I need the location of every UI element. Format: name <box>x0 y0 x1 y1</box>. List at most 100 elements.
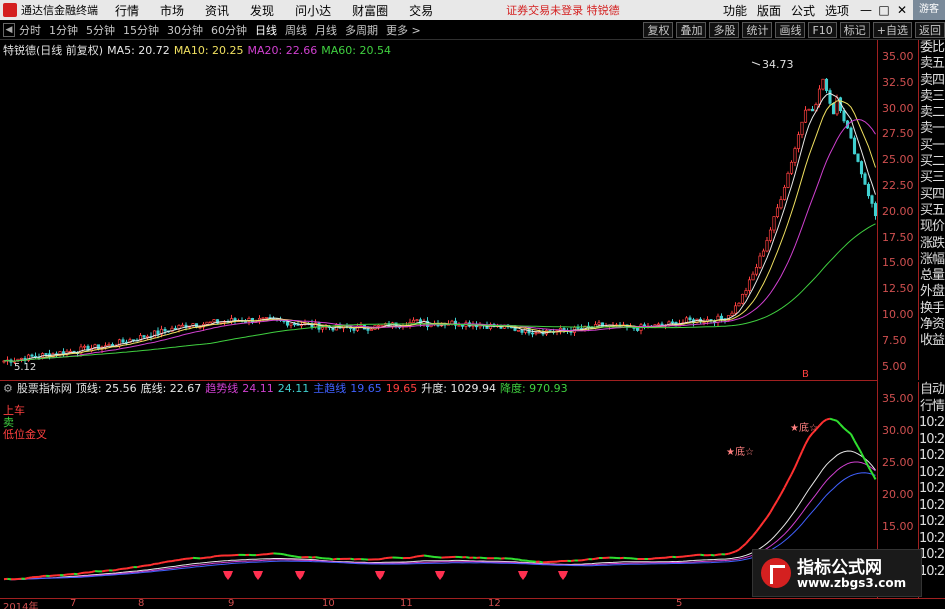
signal-line <box>735 548 740 553</box>
tab-15min[interactable]: 15分钟 <box>123 22 159 38</box>
side-item-bid3[interactable]: 买三 <box>919 170 945 186</box>
candle <box>852 137 857 155</box>
side-item-net-assets[interactable]: 净资 <box>919 317 945 333</box>
signal-line <box>126 566 131 570</box>
candle <box>366 328 370 331</box>
side-item-price[interactable]: 现价 <box>919 219 945 235</box>
side-item-ask1[interactable]: 卖一 <box>919 121 945 137</box>
signal-labels: 上车 卖 低位金叉 <box>3 405 47 441</box>
indicator-chart[interactable]: ★底☆ ★底☆ <box>0 395 878 598</box>
guest-button[interactable]: 游客 <box>913 0 945 20</box>
side-item-volume[interactable]: 总量 <box>919 268 945 284</box>
tab-1min[interactable]: 1分钟 <box>49 22 78 38</box>
signal-line <box>157 561 162 565</box>
multi-stock-button[interactable]: 多股 <box>709 22 740 38</box>
side-item-change[interactable]: 涨跌 <box>919 236 945 252</box>
indicator-tick-label: 35.00 <box>882 392 914 405</box>
candle <box>352 327 356 331</box>
login-notice[interactable]: 证券交易未登录 特锐德 <box>506 2 620 18</box>
minimize-icon[interactable]: — <box>859 3 873 17</box>
tab-timeshare[interactable]: 分时 <box>19 22 41 38</box>
side-item-ask3[interactable]: 卖三 <box>919 89 945 105</box>
back-arrow-icon[interactable]: ◀ <box>3 22 15 37</box>
candle <box>292 323 297 326</box>
side-item-ask5[interactable]: 卖五 <box>919 56 945 72</box>
candle <box>737 302 741 307</box>
menu-item-trade[interactable]: 交易 <box>409 2 433 19</box>
signal-line <box>136 565 141 569</box>
return-button[interactable]: 返回 <box>915 22 945 38</box>
side-item-bid2[interactable]: 买二 <box>919 154 945 170</box>
f10-button[interactable]: F10 <box>808 22 837 38</box>
tab-5min[interactable]: 5分钟 <box>86 22 115 38</box>
signal-line <box>189 556 194 560</box>
indicator-name[interactable]: 股票指标网 <box>17 380 72 396</box>
menu-item-wealth[interactable]: 财富圈 <box>352 2 388 19</box>
menu-item-discover[interactable]: 发现 <box>250 2 274 19</box>
signal-line <box>738 545 744 551</box>
signal-line <box>150 562 155 566</box>
candle <box>789 161 794 174</box>
draw-line-button[interactable]: 画线 <box>775 22 806 38</box>
menu-item-markets[interactable]: 市场 <box>160 2 184 19</box>
overlay-button[interactable]: 叠加 <box>676 22 707 38</box>
add-watchlist-button[interactable]: +自选 <box>872 22 912 38</box>
signal-line <box>178 558 183 561</box>
side-item-ask4[interactable]: 卖四 <box>919 73 945 89</box>
adjust-button[interactable]: 复权 <box>643 22 674 38</box>
time-item-auto[interactable]: 自动 <box>919 382 945 399</box>
tab-60min[interactable]: 60分钟 <box>211 22 247 38</box>
time-item: 10:26 <box>919 563 945 579</box>
signal-line <box>24 576 29 580</box>
side-item-earnings[interactable]: 收益 <box>919 333 945 349</box>
signal-line <box>773 499 779 507</box>
candle <box>856 153 860 162</box>
candle <box>803 109 808 123</box>
side-item-bid1[interactable]: 买一 <box>919 138 945 154</box>
side-item-bid4[interactable]: 买四 <box>919 187 945 203</box>
side-item-bid5[interactable]: 买五 <box>919 203 945 219</box>
side-item-bid-ratio[interactable]: 委比 <box>919 40 945 56</box>
signal-line <box>329 557 334 561</box>
date-tick-label: 11 <box>400 598 413 609</box>
settings-icon[interactable]: ⚙ <box>3 382 13 395</box>
candle <box>807 108 811 111</box>
stock-name[interactable]: 特锐德(日线 前复权) <box>3 42 103 58</box>
mark-button[interactable]: 标记 <box>839 22 870 38</box>
signal-line <box>826 417 831 421</box>
candle <box>44 353 48 355</box>
tab-daily[interactable]: 日线 <box>255 22 277 38</box>
diamond-icon <box>518 571 528 580</box>
time-item: 10:26 <box>919 448 945 463</box>
menu-item-layout[interactable]: 版面 <box>757 2 781 19</box>
watermark-title: 指标公式网 <box>797 558 882 578</box>
menu-item-market[interactable]: 行情 <box>115 2 139 19</box>
side-item-turnover[interactable]: 换手 <box>919 301 945 317</box>
signal-line <box>409 556 414 559</box>
menu-item-function[interactable]: 功能 <box>723 2 747 19</box>
tab-30min[interactable]: 30分钟 <box>167 22 203 38</box>
maximize-icon[interactable]: □ <box>877 3 891 17</box>
tab-multi-period[interactable]: 多周期 <box>345 22 378 38</box>
menu-item-options[interactable]: 选项 <box>825 2 849 19</box>
candle <box>145 335 150 338</box>
menu-item-news[interactable]: 资讯 <box>205 2 229 19</box>
tab-weekly[interactable]: 周线 <box>285 22 307 38</box>
tab-monthly[interactable]: 月线 <box>315 22 337 38</box>
stats-button[interactable]: 统计 <box>742 22 773 38</box>
menu-item-ask[interactable]: 问小达 <box>295 2 331 19</box>
candle <box>821 78 825 90</box>
signal-line <box>745 538 751 545</box>
time-item-quote[interactable]: 行情 <box>919 399 945 416</box>
side-item-change-pct[interactable]: 涨幅 <box>919 252 945 268</box>
signal-line <box>465 556 470 559</box>
signal-line <box>843 427 849 432</box>
side-item-ask2[interactable]: 卖二 <box>919 105 945 121</box>
fall-degree-value: 降度: 970.93 <box>499 382 568 395</box>
main-kline-chart[interactable]: 34.73 5.12 B <box>0 40 878 380</box>
close-icon[interactable]: ✕ <box>895 3 909 17</box>
signal-line <box>871 472 877 480</box>
tab-more[interactable]: 更多 > <box>386 22 421 38</box>
side-item-outer[interactable]: 外盘 <box>919 284 945 300</box>
menu-item-formula[interactable]: 公式 <box>791 2 815 19</box>
